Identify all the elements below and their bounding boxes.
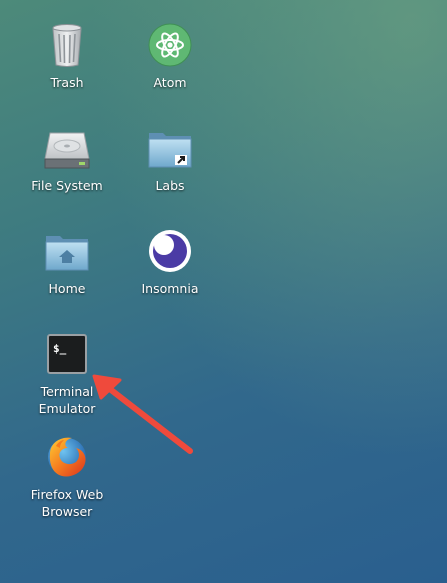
hard-drive-icon: [42, 123, 92, 173]
icon-label: Trash: [50, 75, 84, 90]
desktop-icon-home[interactable]: Home: [19, 226, 115, 297]
desktop-icon-trash[interactable]: Trash: [19, 20, 115, 91]
desktop-icon-insomnia[interactable]: Insomnia: [122, 226, 218, 297]
atom-icon: [145, 20, 195, 70]
terminal-icon: $_: [42, 329, 92, 379]
desktop-icon-labs[interactable]: Labs: [122, 123, 218, 194]
icon-label: Home: [48, 281, 86, 296]
insomnia-icon: [145, 226, 195, 276]
terminal-prompt-glyph: $_: [53, 342, 67, 355]
home-folder-icon: [42, 226, 92, 276]
firefox-icon: [42, 432, 92, 482]
icon-label: Atom: [153, 75, 187, 90]
desktop-icon-file-system[interactable]: File System: [19, 123, 115, 194]
desktop-icon-terminal-emulator[interactable]: $_ Terminal Emulator: [19, 329, 115, 417]
desktop-icon-atom[interactable]: Atom: [122, 20, 218, 91]
folder-link-icon: [145, 123, 195, 173]
desktop: Trash Atom File System Labs Home Insomni…: [0, 0, 447, 583]
icon-label: Labs: [155, 178, 185, 193]
desktop-icon-firefox[interactable]: Firefox Web Browser: [19, 432, 115, 520]
icon-label: Firefox Web Browser: [30, 487, 104, 519]
trash-icon: [42, 20, 92, 70]
icon-label: Insomnia: [141, 281, 199, 296]
icon-label: Terminal Emulator: [38, 384, 96, 416]
icon-label: File System: [31, 178, 103, 193]
